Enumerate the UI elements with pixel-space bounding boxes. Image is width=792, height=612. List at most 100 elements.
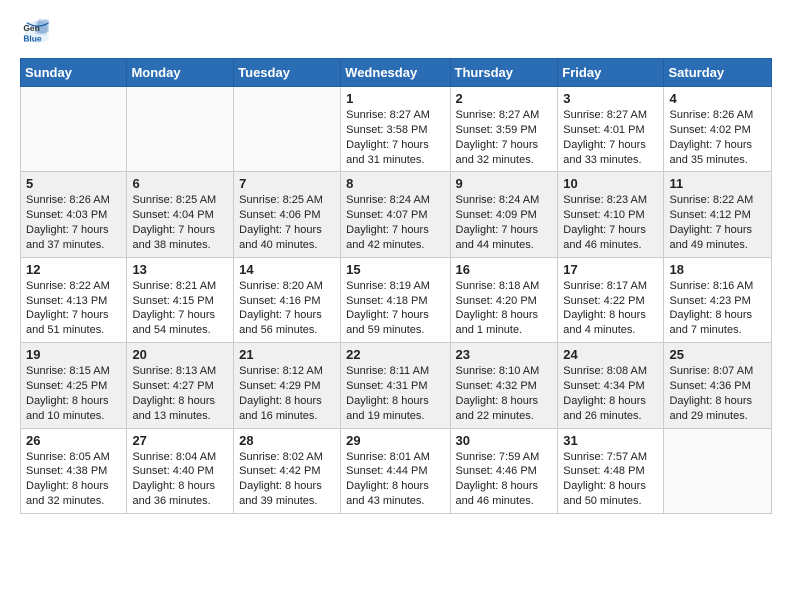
day-number: 10 — [563, 176, 658, 191]
day-info: Sunrise: 8:27 AM Sunset: 3:59 PM Dayligh… — [456, 108, 553, 167]
day-number: 19 — [26, 347, 121, 362]
calendar-cell: 1Sunrise: 8:27 AM Sunset: 3:58 PM Daylig… — [341, 87, 450, 172]
day-info: Sunrise: 8:07 AM Sunset: 4:36 PM Dayligh… — [669, 364, 766, 423]
calendar-cell: 23 Sunrise: 8:10 AM Sunset: 4:32 PM Dayli… — [450, 343, 558, 428]
calendar-cell: 3 Sunrise: 8:27 AM Sunset: 4:01 PM Daylig… — [558, 87, 664, 172]
calendar-cell: 31 Sunrise: 7:57 AM Sunset: 4:48 PM Dayli… — [558, 428, 664, 513]
day-info: Sunrise: 8:17 AM Sunset: 4:22 PM Dayligh… — [563, 279, 658, 338]
calendar-cell — [21, 87, 127, 172]
day-info: Sunrise: 8:25 AM Sunset: 4:04 PM Dayligh… — [132, 193, 228, 252]
day-info: Sunrise: 8:16 AM Sunset: 4:23 PM Dayligh… — [669, 279, 766, 338]
day-number: 5 — [26, 176, 121, 191]
page: Gen Blue SundayMondayTuesdayWednesdayThu… — [0, 0, 792, 530]
weekday-header-saturday: Saturday — [664, 59, 772, 87]
calendar-week-row: 19Sunrise: 8:15 AM Sunset: 4:25 PM Dayli… — [21, 343, 772, 428]
day-info: Sunrise: 8:21 AM Sunset: 4:15 PM Dayligh… — [132, 279, 228, 338]
day-info: Sunrise: 8:04 AM Sunset: 4:40 PM Dayligh… — [132, 450, 228, 509]
calendar-cell: 2 Sunrise: 8:27 AM Sunset: 3:59 PM Daylig… — [450, 87, 558, 172]
calendar-cell — [127, 87, 234, 172]
calendar-cell: 8 Sunrise: 8:24 AM Sunset: 4:07 PM Daylig… — [341, 172, 450, 257]
day-info: Sunrise: 7:59 AM Sunset: 4:46 PM Dayligh… — [456, 450, 553, 509]
day-number: 12 — [26, 262, 121, 277]
calendar-table: SundayMondayTuesdayWednesdayThursdayFrid… — [20, 58, 772, 514]
calendar-cell: 21Sunrise: 8:12 AM Sunset: 4:29 PM Dayli… — [234, 343, 341, 428]
weekday-header-wednesday: Wednesday — [341, 59, 450, 87]
calendar-cell: 11 Sunrise: 8:22 AM Sunset: 4:12 PM Dayli… — [664, 172, 772, 257]
day-info: Sunrise: 8:25 AM Sunset: 4:06 PM Dayligh… — [239, 193, 335, 252]
day-number: 31 — [563, 433, 658, 448]
calendar-cell — [664, 428, 772, 513]
day-number: 25 — [669, 347, 766, 362]
day-info: Sunrise: 8:22 AM Sunset: 4:13 PM Dayligh… — [26, 279, 121, 338]
day-info: Sunrise: 8:02 AM Sunset: 4:42 PM Dayligh… — [239, 450, 335, 509]
day-number: 29 — [346, 433, 444, 448]
calendar-cell: 25 Sunrise: 8:07 AM Sunset: 4:36 PM Dayli… — [664, 343, 772, 428]
calendar-cell: 17 Sunrise: 8:17 AM Sunset: 4:22 PM Dayli… — [558, 257, 664, 342]
calendar-cell: 7 Sunrise: 8:25 AM Sunset: 4:06 PM Daylig… — [234, 172, 341, 257]
calendar-cell: 18 Sunrise: 8:16 AM Sunset: 4:23 PM Dayli… — [664, 257, 772, 342]
day-info: Sunrise: 8:11 AM Sunset: 4:31 PM Dayligh… — [346, 364, 444, 423]
calendar-cell: 10 Sunrise: 8:23 AM Sunset: 4:10 PM Dayli… — [558, 172, 664, 257]
day-info: Sunrise: 8:10 AM Sunset: 4:32 PM Dayligh… — [456, 364, 553, 423]
day-number: 22 — [346, 347, 444, 362]
day-info: Sunrise: 8:19 AM Sunset: 4:18 PM Dayligh… — [346, 279, 444, 338]
day-info: Sunrise: 8:13 AM Sunset: 4:27 PM Dayligh… — [132, 364, 228, 423]
day-info: Sunrise: 8:01 AM Sunset: 4:44 PM Dayligh… — [346, 450, 444, 509]
calendar-cell: 19Sunrise: 8:15 AM Sunset: 4:25 PM Dayli… — [21, 343, 127, 428]
calendar-cell: 29 Sunrise: 8:01 AM Sunset: 4:44 PM Dayli… — [341, 428, 450, 513]
calendar-week-row: 5 Sunrise: 8:26 AM Sunset: 4:03 PM Daylig… — [21, 172, 772, 257]
day-info: Sunrise: 8:24 AM Sunset: 4:07 PM Dayligh… — [346, 193, 444, 252]
day-number: 24 — [563, 347, 658, 362]
day-number: 7 — [239, 176, 335, 191]
day-number: 11 — [669, 176, 766, 191]
calendar-cell: 14Sunrise: 8:20 AM Sunset: 4:16 PM Dayli… — [234, 257, 341, 342]
day-number: 13 — [132, 262, 228, 277]
calendar-cell: 27 Sunrise: 8:04 AM Sunset: 4:40 PM Dayli… — [127, 428, 234, 513]
day-number: 14 — [239, 262, 335, 277]
calendar-cell: 6Sunrise: 8:25 AM Sunset: 4:04 PM Daylig… — [127, 172, 234, 257]
calendar-cell: 9 Sunrise: 8:24 AM Sunset: 4:09 PM Daylig… — [450, 172, 558, 257]
day-number: 8 — [346, 176, 444, 191]
calendar-cell: 5 Sunrise: 8:26 AM Sunset: 4:03 PM Daylig… — [21, 172, 127, 257]
calendar-cell: 30Sunrise: 7:59 AM Sunset: 4:46 PM Dayli… — [450, 428, 558, 513]
header: Gen Blue — [20, 16, 772, 48]
svg-text:Blue: Blue — [23, 33, 42, 43]
day-number: 3 — [563, 91, 658, 106]
day-number: 18 — [669, 262, 766, 277]
day-info: Sunrise: 8:12 AM Sunset: 4:29 PM Dayligh… — [239, 364, 335, 423]
day-info: Sunrise: 8:23 AM Sunset: 4:10 PM Dayligh… — [563, 193, 658, 252]
weekday-header-tuesday: Tuesday — [234, 59, 341, 87]
day-info: Sunrise: 8:22 AM Sunset: 4:12 PM Dayligh… — [669, 193, 766, 252]
day-number: 17 — [563, 262, 658, 277]
calendar-cell: 13 Sunrise: 8:21 AM Sunset: 4:15 PM Dayli… — [127, 257, 234, 342]
day-info: Sunrise: 8:27 AM Sunset: 3:58 PM Dayligh… — [346, 108, 444, 167]
day-number: 2 — [456, 91, 553, 106]
calendar-week-row: 26 Sunrise: 8:05 AM Sunset: 4:38 PM Dayli… — [21, 428, 772, 513]
day-number: 27 — [132, 433, 228, 448]
day-number: 9 — [456, 176, 553, 191]
calendar-cell: 15 Sunrise: 8:19 AM Sunset: 4:18 PM Dayli… — [341, 257, 450, 342]
day-number: 4 — [669, 91, 766, 106]
day-info: Sunrise: 8:26 AM Sunset: 4:02 PM Dayligh… — [669, 108, 766, 167]
day-info: Sunrise: 8:26 AM Sunset: 4:03 PM Dayligh… — [26, 193, 121, 252]
day-number: 16 — [456, 262, 553, 277]
calendar-cell: 24Sunrise: 8:08 AM Sunset: 4:34 PM Dayli… — [558, 343, 664, 428]
day-info: Sunrise: 8:24 AM Sunset: 4:09 PM Dayligh… — [456, 193, 553, 252]
calendar-cell — [234, 87, 341, 172]
logo: Gen Blue — [20, 16, 56, 48]
calendar-cell: 22 Sunrise: 8:11 AM Sunset: 4:31 PM Dayli… — [341, 343, 450, 428]
day-info: Sunrise: 8:18 AM Sunset: 4:20 PM Dayligh… — [456, 279, 553, 338]
day-number: 23 — [456, 347, 553, 362]
weekday-header-thursday: Thursday — [450, 59, 558, 87]
calendar-cell: 26 Sunrise: 8:05 AM Sunset: 4:38 PM Dayli… — [21, 428, 127, 513]
day-number: 15 — [346, 262, 444, 277]
day-number: 20 — [132, 347, 228, 362]
weekday-header-sunday: Sunday — [21, 59, 127, 87]
day-number: 26 — [26, 433, 121, 448]
calendar-week-row: 12 Sunrise: 8:22 AM Sunset: 4:13 PM Dayli… — [21, 257, 772, 342]
day-info: Sunrise: 8:05 AM Sunset: 4:38 PM Dayligh… — [26, 450, 121, 509]
calendar-cell: 4 Sunrise: 8:26 AM Sunset: 4:02 PM Daylig… — [664, 87, 772, 172]
day-info: Sunrise: 8:27 AM Sunset: 4:01 PM Dayligh… — [563, 108, 658, 167]
day-info: Sunrise: 7:57 AM Sunset: 4:48 PM Dayligh… — [563, 450, 658, 509]
calendar-cell: 12 Sunrise: 8:22 AM Sunset: 4:13 PM Dayli… — [21, 257, 127, 342]
